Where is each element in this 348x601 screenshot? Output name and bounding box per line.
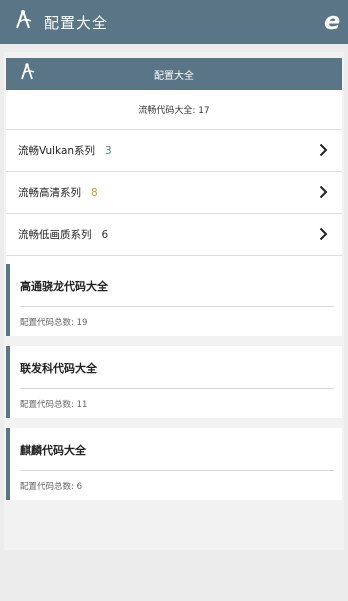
vendor-count: 配置代码总数: 19 <box>20 318 88 328</box>
divider <box>20 388 334 389</box>
vendor-card-mediatek[interactable]: 联发科代码大全 配置代码总数: 11 <box>6 346 342 418</box>
vendor-card-qualcomm[interactable]: 高通骁龙代码大全 配置代码总数: 19 <box>6 264 342 336</box>
series-label: 流畅低画质系列 <box>18 229 92 241</box>
ie-browser-icon[interactable]: e <box>324 8 346 34</box>
subheader: 配置大全 <box>6 58 342 90</box>
vendor-title: 麒麟代码大全 <box>20 444 86 457</box>
vendor-title: 联发科代码大全 <box>20 362 97 375</box>
series-row-low-quality[interactable]: 流畅低画质系列 6 <box>6 214 342 256</box>
series-label: 流畅Vulkan系列 <box>18 145 96 157</box>
total-count: 流畅代码大全: 17 <box>6 90 342 130</box>
chevron-right-icon <box>319 185 328 202</box>
series-count: 8 <box>91 186 98 199</box>
vendor-title: 高通骁龙代码大全 <box>20 280 108 293</box>
series-row-hd[interactable]: 流畅高清系列 8 <box>6 172 342 214</box>
accent-bar <box>6 428 10 500</box>
divider <box>20 470 334 471</box>
vendor-card-kirin[interactable]: 麒麟代码大全 配置代码总数: 6 <box>6 428 342 500</box>
divider <box>20 306 334 307</box>
series-label: 流畅高清系列 <box>18 187 81 199</box>
chevron-right-icon <box>319 227 328 244</box>
subheader-title: 配置大全 <box>154 70 194 82</box>
app-title: 配置大全 <box>44 13 109 32</box>
series-row-vulkan[interactable]: 流畅Vulkan系列 3 <box>6 130 342 172</box>
vendor-count: 配置代码总数: 6 <box>20 482 82 492</box>
compass-logo-icon <box>14 9 34 35</box>
series-count: 3 <box>105 144 112 157</box>
accent-bar <box>6 264 10 336</box>
chevron-right-icon <box>319 143 328 160</box>
vendor-count: 配置代码总数: 11 <box>20 400 88 410</box>
content-sheet: 配置大全 流畅代码大全: 17 流畅Vulkan系列 3 流畅高清系列 8 流畅… <box>4 52 344 550</box>
app-header: 配置大全 e <box>0 0 348 44</box>
compass-logo-icon <box>20 62 36 86</box>
accent-bar <box>6 346 10 418</box>
empty-area <box>0 550 348 601</box>
series-count: 6 <box>101 228 109 241</box>
